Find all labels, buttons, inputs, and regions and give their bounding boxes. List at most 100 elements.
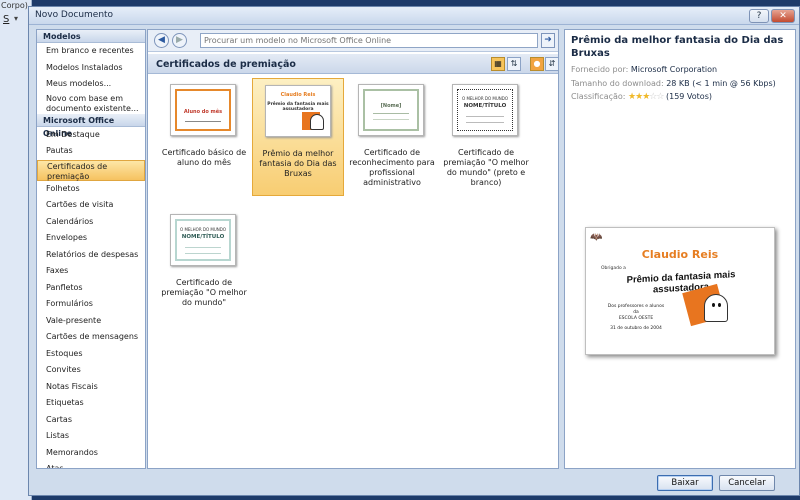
nav-item-flyers[interactable]: Panfletos (37, 280, 145, 297)
ghost-icon (704, 294, 728, 322)
preview-line2: da (633, 310, 639, 315)
thumbnail-subtext: O MELHOR DO MUNDO (180, 227, 226, 232)
preview-name: Claudio Reis (641, 248, 719, 261)
underline-style-button[interactable]: S (3, 14, 9, 25)
provided-by-row: Fornecido por: Microsoft Corporation (571, 65, 717, 74)
nav-item-featured[interactable]: Em Destaque (37, 127, 145, 144)
help-icon[interactable]: ? (749, 9, 769, 23)
nav-item-calendars[interactable]: Calendários (37, 214, 145, 231)
ghost-icon (310, 114, 324, 130)
nav-item-envelopes[interactable]: Envelopes (37, 230, 145, 247)
rating-row: Classificação: ★★★☆☆ (159 Votos) (571, 92, 712, 102)
thumbnail-text: Claudio Reis (280, 92, 316, 98)
sort-by-rating-icon[interactable]: ⇵ (545, 57, 559, 71)
new-document-dialog: Novo Documento ? ✕ Modelos Em branco e r… (28, 6, 800, 496)
divider-line (466, 122, 504, 123)
template-thumbnail: [Nome] (358, 84, 424, 136)
sort-icon[interactable]: ⇅ (507, 57, 521, 71)
nav-item-memos[interactable]: Memorandos (37, 445, 145, 462)
rating-stars[interactable]: ★★★☆☆ (628, 92, 664, 102)
template-tile[interactable]: O MELHOR DO MUNDO NOME/TÍTULO Certificad… (158, 208, 250, 326)
thumbnail-subtext: O MELHOR DO MUNDO (462, 96, 508, 101)
download-size-row: Tamanho do download: 28 KB (< 1 min @ 56… (571, 79, 776, 88)
download-size-value: 28 KB (< 1 min @ 56 Kbps) (666, 79, 776, 88)
thumbnail-subtext: Prêmio da fantasia mais assustadora (267, 102, 329, 112)
template-title: Prêmio da melhor fantasia do Dia das Bru… (571, 35, 784, 59)
ribbon-font-text: Corpo) (1, 1, 28, 10)
nav-item-brochures[interactable]: Folhetos (37, 181, 145, 198)
category-header: Certificados de premiação ▦ ⇅ ● ⇵ (148, 54, 559, 74)
download-button[interactable]: Baixar (657, 475, 713, 491)
cancel-button[interactable]: Cancelar (719, 475, 775, 491)
certificate-border: [Nome] (363, 89, 419, 131)
nav-item-invoices[interactable]: Notas Fiscais (37, 379, 145, 396)
nav-item-installed-templates[interactable]: Modelos Instalados (37, 60, 145, 77)
thumbnail-text: NOME/TÍTULO (181, 234, 225, 240)
section-header-models: Modelos (37, 30, 145, 43)
template-thumbnail: Claudio Reis Prêmio da fantasia mais ass… (265, 85, 331, 137)
template-label: Certificado de reconhecimento para profi… (349, 148, 435, 187)
certificate-border: O MELHOR DO MUNDO NOME/TÍTULO (457, 89, 513, 131)
forward-arrow-icon[interactable]: ▶ (172, 33, 187, 48)
template-categories-panel: Modelos Em branco e recentes Modelos Ins… (36, 29, 146, 469)
close-icon[interactable]: ✕ (771, 9, 795, 23)
template-preview: 🦇 Claudio Reis Obrigado a Prêmio da fant… (585, 227, 775, 355)
provided-by-label: Fornecido por: (571, 65, 629, 74)
nav-item-forms[interactable]: Formulários (37, 296, 145, 313)
template-tile[interactable]: O MELHOR DO MUNDO NOME/TÍTULO Certificad… (440, 78, 532, 198)
dialog-title: Novo Documento (35, 10, 114, 20)
nav-item-faxes[interactable]: Faxes (37, 263, 145, 280)
template-label: Prêmio da melhor fantasia do Dia das Bru… (259, 149, 337, 178)
thumbnail-text: Aluno do mês (183, 109, 223, 115)
nav-item-greeting-cards[interactable]: Cartões de mensagens (37, 329, 145, 346)
nav-item-letters[interactable]: Cartas (37, 412, 145, 429)
nav-item-gift-certificates[interactable]: Vale-presente (37, 313, 145, 330)
rating-votes: (159 Votos) (665, 92, 712, 101)
nav-item-expense-reports[interactable]: Relatórios de despesas (37, 247, 145, 264)
template-tile[interactable]: Claudio Reis Prêmio da fantasia mais ass… (252, 78, 344, 196)
nav-item-agendas[interactable]: Pautas (37, 143, 145, 160)
thumbnail-text: NOME/TÍTULO (463, 103, 507, 109)
template-label: Certificado básico de aluno do mês (161, 148, 247, 167)
thumbnail-text: [Nome] (380, 103, 402, 109)
search-input[interactable] (200, 33, 538, 48)
dialog-titlebar: Novo Documento ? ✕ (29, 7, 799, 25)
nav-item-award-certificates[interactable]: Certificados de premiação (37, 159, 145, 181)
divider-line (185, 253, 221, 254)
nav-item-new-from-existing[interactable]: Novo com base em documento existente... (37, 93, 145, 114)
nav-item-business-cards[interactable]: Cartões de visita (37, 197, 145, 214)
preview-thanks: Obrigado a (601, 266, 626, 271)
certificate-border: Aluno do mês (175, 89, 231, 131)
template-tile[interactable]: Aluno do mês Certificado básico de aluno… (158, 78, 250, 178)
view-thumbnail-icon[interactable]: ▦ (491, 57, 505, 71)
nav-item-my-templates[interactable]: Meus modelos... (37, 76, 145, 93)
person-icon[interactable]: ● (530, 57, 544, 71)
download-size-label: Tamanho do download: (571, 79, 664, 88)
template-tile[interactable]: [Nome] Certificado de reconhecimento par… (346, 78, 438, 208)
rating-label: Classificação: (571, 92, 626, 101)
template-details-panel: Prêmio da melhor fantasia do Dia das Bru… (564, 29, 796, 469)
preview-date: 31 de outubro de 2004 (610, 326, 662, 331)
templates-panel: ◀ ▶ ➜ Certificados de premiação ▦ ⇅ ● ⇵ … (147, 29, 559, 469)
divider-line (185, 247, 221, 248)
star-empty-icon: ☆ (656, 92, 664, 102)
go-arrow-icon[interactable]: ➜ (541, 33, 555, 48)
nav-item-blank-recent[interactable]: Em branco e recentes (37, 43, 145, 60)
provided-by-value: Microsoft Corporation (630, 65, 718, 74)
bat-icon: 🦇 (590, 232, 603, 243)
divider-line (373, 113, 409, 114)
certificate-border: O MELHOR DO MUNDO NOME/TÍTULO (175, 219, 231, 261)
template-thumbnail: Aluno do mês (170, 84, 236, 136)
back-arrow-icon[interactable]: ◀ (154, 33, 169, 48)
nav-item-invitations[interactable]: Convites (37, 362, 145, 379)
chevron-down-icon[interactable]: ▾ (14, 14, 18, 23)
nav-item-lists[interactable]: Listas (37, 428, 145, 445)
section-header-office-online: Microsoft Office Online (37, 113, 145, 138)
search-bar: ◀ ▶ ➜ (148, 30, 558, 52)
divider-line (185, 121, 221, 122)
template-label: Certificado de premiação "O melhor do mu… (161, 278, 247, 307)
template-thumbnail: O MELHOR DO MUNDO NOME/TÍTULO (452, 84, 518, 136)
nav-item-minutes[interactable]: Atas (37, 461, 145, 468)
nav-item-inventories[interactable]: Estoques (37, 346, 145, 363)
nav-item-labels[interactable]: Etiquetas (37, 395, 145, 412)
